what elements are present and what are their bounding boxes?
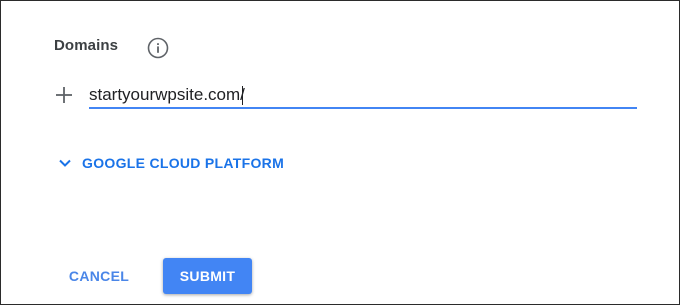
- text-caret: [242, 86, 243, 105]
- info-icon[interactable]: [147, 37, 169, 59]
- domain-input[interactable]: [89, 83, 637, 109]
- google-cloud-platform-expander[interactable]: GOOGLE CLOUD PLATFORM: [58, 152, 284, 174]
- cancel-button[interactable]: CANCEL: [61, 259, 137, 293]
- plus-icon[interactable]: [55, 86, 73, 104]
- expander-label: GOOGLE CLOUD PLATFORM: [82, 155, 285, 171]
- dialog-panel: Domains GOOGLE CLOUD PLATFORM CANCEL SUB…: [0, 0, 680, 305]
- chevron-down-icon: [59, 159, 71, 167]
- domains-title: Domains: [54, 37, 119, 54]
- submit-button[interactable]: SUBMIT: [163, 258, 252, 294]
